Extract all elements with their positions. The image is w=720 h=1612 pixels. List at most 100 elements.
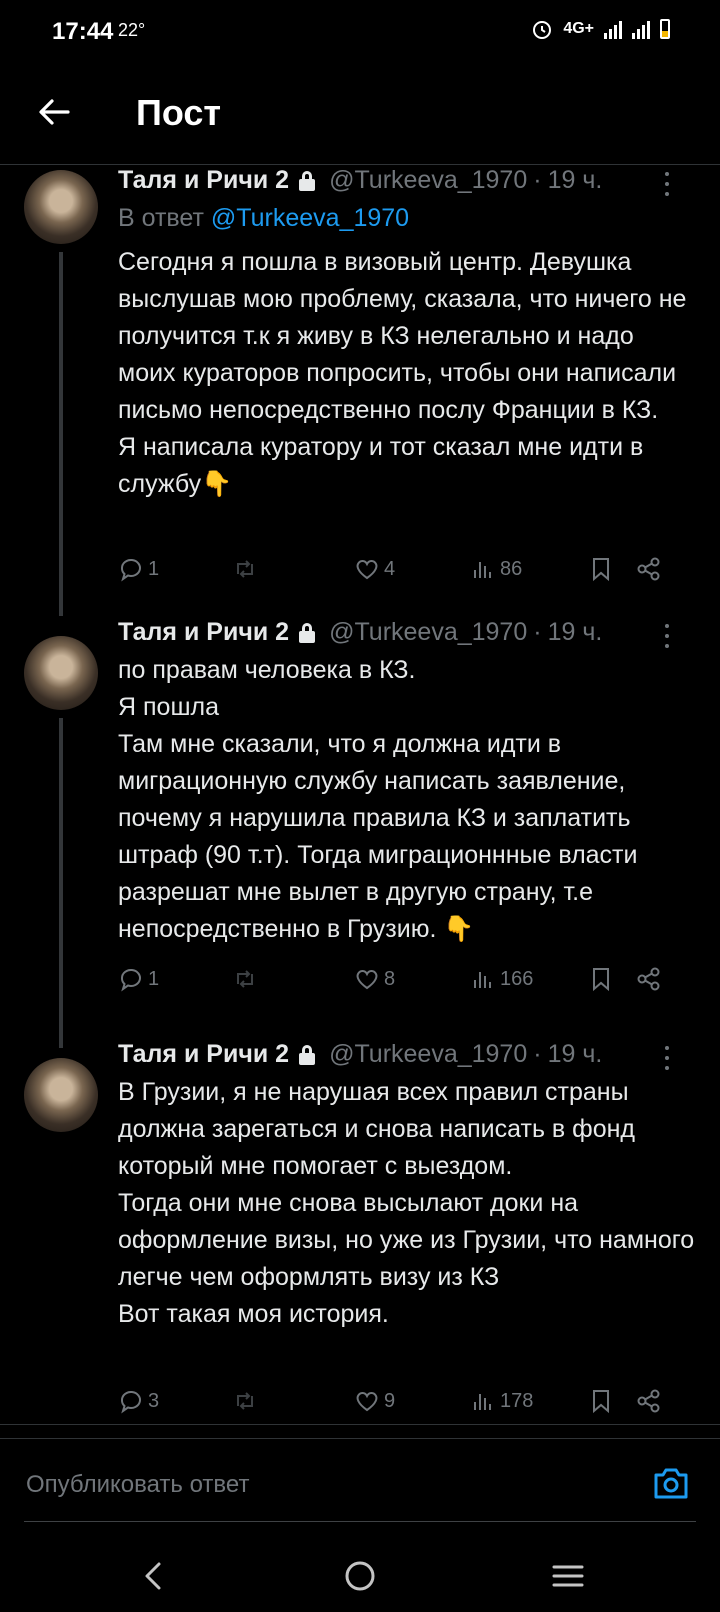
- retweet-button[interactable]: [232, 1388, 262, 1414]
- composer-underline: [24, 1521, 696, 1522]
- status-temperature: 22°: [118, 20, 146, 40]
- view-count: 166: [500, 967, 534, 990]
- bookmark-icon: [593, 558, 609, 582]
- views-icon: [474, 1394, 491, 1410]
- reply-count: 1: [148, 967, 160, 990]
- reply-context: В ответ @Turkeeva_1970: [118, 204, 410, 232]
- more-options-icon[interactable]: [664, 624, 670, 650]
- bookmark-icon: [593, 1390, 609, 1414]
- bookmark-button[interactable]: [588, 556, 614, 582]
- author-handle[interactable]: @Turkeeva_1970: [329, 1040, 527, 1069]
- reply-composer: [0, 1438, 720, 1531]
- retweet-button[interactable]: [232, 966, 262, 992]
- bookmark-icon: [593, 968, 609, 992]
- like-count: 9: [384, 1389, 396, 1412]
- nav-recents-icon[interactable]: [548, 1556, 588, 1596]
- alarm-icon: [533, 21, 552, 39]
- page-title: Пост: [136, 92, 222, 133]
- camera-icon[interactable]: [652, 1465, 690, 1501]
- author-handle[interactable]: @Turkeeva_1970: [329, 618, 527, 647]
- reply-icon: [120, 1390, 141, 1414]
- like-button[interactable]: 8: [354, 966, 395, 992]
- reply-button[interactable]: 3: [118, 1388, 159, 1414]
- status-icons: 4G+: [531, 18, 670, 40]
- arrow-left-icon[interactable]: [34, 92, 74, 132]
- view-count: 86: [500, 557, 523, 580]
- tweet-actions: 3 9 178: [118, 1388, 688, 1418]
- retweet-icon: [237, 1392, 253, 1410]
- reply-icon: [120, 968, 141, 992]
- avatar[interactable]: [24, 636, 98, 710]
- reply-mention-link[interactable]: @Turkeeva_1970: [211, 204, 409, 232]
- avatar[interactable]: [24, 170, 98, 244]
- views-button[interactable]: 178: [470, 1388, 533, 1414]
- views-icon: [474, 562, 491, 578]
- tweet[interactable]: Таля и Ричи 2 @Turkeeva_1970 · 19 ч. В Г…: [0, 1040, 720, 1414]
- tweet-meta: Таля и Ричи 2 @Turkeeva_1970 · 19 ч.: [118, 166, 603, 195]
- system-nav-bar: [0, 1540, 720, 1612]
- lock-icon: [299, 1044, 316, 1065]
- lock-icon: [299, 170, 316, 191]
- heart-icon: [356, 970, 378, 990]
- share-icon: [637, 967, 660, 991]
- views-button[interactable]: 86: [470, 556, 522, 582]
- views-button[interactable]: 166: [470, 966, 533, 992]
- views-icon: [474, 972, 491, 988]
- nav-back-icon[interactable]: [134, 1556, 174, 1596]
- reply-count: 1: [148, 557, 160, 580]
- battery-icon: [660, 19, 670, 39]
- share-icon: [637, 557, 660, 581]
- reply-count: 3: [148, 1389, 160, 1412]
- retweet-icon: [237, 560, 253, 578]
- author-handle[interactable]: @Turkeeva_1970: [329, 166, 527, 195]
- status-bar: 17:44 22° 4G+: [0, 0, 720, 62]
- author-name[interactable]: Таля и Ричи 2: [118, 618, 289, 647]
- share-button[interactable]: [636, 966, 662, 992]
- page-header: Пост: [0, 62, 720, 165]
- reply-button[interactable]: 1: [118, 556, 159, 582]
- view-count: 178: [500, 1389, 534, 1412]
- nav-home-icon[interactable]: [340, 1556, 380, 1596]
- tweet-text: В Грузии, я не нарушая всех правил стран…: [118, 1078, 695, 1328]
- heart-icon: [356, 560, 378, 580]
- like-count: 4: [384, 557, 396, 580]
- tweet-time[interactable]: 19 ч.: [548, 166, 603, 195]
- heart-icon: [356, 1392, 378, 1412]
- signal-icon-2: [632, 19, 650, 39]
- signal-icon: [604, 19, 622, 39]
- reply-input[interactable]: [24, 1439, 698, 1531]
- bookmark-button[interactable]: [588, 966, 614, 992]
- network-label: 4G+: [563, 20, 594, 37]
- author-name[interactable]: Таля и Ричи 2: [118, 166, 289, 195]
- tweet-meta: Таля и Ричи 2 @Turkeeva_1970 · 19 ч.: [118, 1040, 603, 1069]
- status-time: 17:44: [52, 18, 114, 45]
- reply-icon: [120, 558, 141, 582]
- bookmark-button[interactable]: [588, 1388, 614, 1414]
- retweet-button[interactable]: [232, 556, 262, 582]
- tweet-meta: Таля и Ричи 2 @Turkeeva_1970 · 19 ч.: [118, 618, 603, 647]
- share-icon: [637, 1389, 660, 1413]
- tweet-time[interactable]: 19 ч.: [548, 1040, 603, 1069]
- author-name[interactable]: Таля и Ричи 2: [118, 1040, 289, 1069]
- tweet-actions: 1 4 86: [118, 556, 688, 586]
- tweet-text: Сегодня я пошла в визовый центр. Девушка…: [118, 248, 687, 498]
- lock-icon: [299, 622, 316, 643]
- reply-button[interactable]: 1: [118, 966, 159, 992]
- thread-line: [59, 718, 63, 1048]
- tweet[interactable]: Таля и Ричи 2 @Turkeeva_1970 · 19 ч. по …: [0, 618, 720, 1048]
- tweet-time[interactable]: 19 ч.: [548, 618, 603, 647]
- section-divider: [0, 1424, 720, 1425]
- avatar[interactable]: [24, 1058, 98, 1132]
- thread-line: [59, 252, 63, 616]
- share-button[interactable]: [636, 556, 662, 582]
- tweet[interactable]: Таля и Ричи 2 @Turkeeva_1970 · 19 ч. В о…: [0, 164, 720, 616]
- like-button[interactable]: 4: [354, 556, 395, 582]
- more-options-icon[interactable]: [664, 1046, 670, 1072]
- like-button[interactable]: 9: [354, 1388, 395, 1414]
- like-count: 8: [384, 967, 396, 990]
- more-options-icon[interactable]: [664, 172, 670, 198]
- share-button[interactable]: [636, 1388, 662, 1414]
- tweet-actions: 1 8 166: [118, 966, 688, 996]
- retweet-icon: [237, 970, 253, 988]
- tweet-text: по правам человека в КЗ. Я пошла Там мне…: [118, 656, 638, 943]
